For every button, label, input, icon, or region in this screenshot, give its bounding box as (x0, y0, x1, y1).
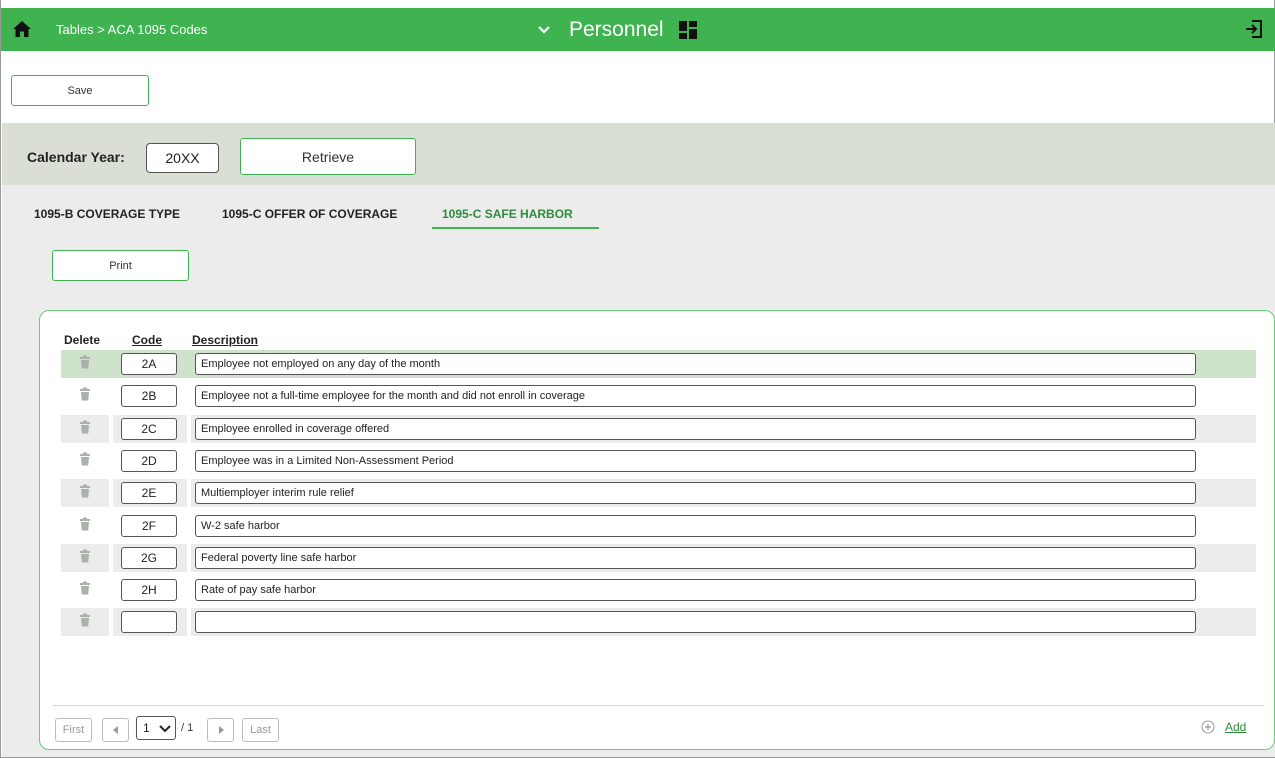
code-input[interactable] (121, 611, 177, 634)
table-row[interactable] (61, 543, 1256, 572)
grid-icon (678, 21, 697, 39)
print-button[interactable]: Print (52, 250, 189, 281)
description-input[interactable] (195, 579, 1196, 602)
delete-cell (61, 576, 109, 604)
table-row[interactable] (61, 512, 1256, 540)
description-input[interactable] (195, 514, 1196, 537)
chevron-down-icon (159, 725, 171, 733)
save-button[interactable]: Save (11, 75, 149, 106)
column-header-code[interactable]: Code (132, 333, 162, 347)
table-row[interactable] (61, 447, 1256, 475)
code-cell (113, 479, 187, 508)
trash-icon[interactable] (79, 387, 91, 401)
description-input[interactable] (195, 353, 1196, 375)
code-cell (113, 576, 187, 604)
code-input[interactable] (121, 385, 177, 408)
code-cell (113, 447, 187, 475)
prev-page-button[interactable] (102, 718, 129, 742)
plus-circle-icon[interactable] (1201, 720, 1215, 734)
active-tab-indicator (432, 227, 599, 229)
tab-1095b-coverage-type[interactable]: 1095-B COVERAGE TYPE (34, 207, 180, 221)
delete-cell (61, 414, 109, 443)
table-row[interactable] (61, 414, 1256, 443)
page-select[interactable]: 1 (136, 716, 176, 740)
description-cell (191, 576, 1256, 604)
trash-icon[interactable] (79, 581, 91, 595)
description-input[interactable] (195, 417, 1196, 440)
triangle-left-icon (112, 726, 118, 734)
chevron-down-icon (538, 26, 550, 34)
trash-icon[interactable] (79, 613, 91, 627)
description-input[interactable] (195, 611, 1196, 634)
description-input[interactable] (195, 482, 1196, 505)
table-row[interactable] (61, 576, 1256, 604)
app-frame: Tables > ACA 1095 Codes Personnel Save C… (0, 0, 1275, 758)
page-total: / 1 (181, 722, 194, 734)
description-input[interactable] (195, 449, 1196, 472)
delete-cell (61, 350, 109, 378)
trash-icon[interactable] (79, 420, 91, 434)
pager-divider (53, 705, 1263, 706)
code-input[interactable] (121, 353, 177, 375)
trash-icon[interactable] (79, 484, 91, 498)
trash-icon[interactable] (79, 517, 91, 531)
table-row[interactable] (61, 479, 1256, 508)
code-cell (113, 543, 187, 572)
delete-cell (61, 608, 109, 637)
triangle-right-icon (218, 726, 224, 734)
breadcrumb: Tables > ACA 1095 Codes (56, 22, 208, 37)
code-input[interactable] (121, 546, 177, 569)
code-cell (113, 512, 187, 540)
app-title: Personnel (569, 18, 664, 41)
description-input[interactable] (195, 385, 1196, 408)
trash-icon[interactable] (79, 549, 91, 563)
description-cell (191, 447, 1256, 475)
code-input[interactable] (121, 482, 177, 505)
code-input[interactable] (121, 514, 177, 537)
delete-cell (61, 382, 109, 410)
delete-cell (61, 543, 109, 572)
description-cell (191, 543, 1256, 572)
table-row[interactable] (61, 608, 1256, 637)
trash-icon[interactable] (79, 355, 91, 369)
code-input[interactable] (121, 579, 177, 602)
first-page-button[interactable]: First (55, 718, 92, 742)
delete-cell (61, 512, 109, 540)
code-cell (113, 382, 187, 410)
calendar-year-input[interactable] (146, 143, 219, 173)
tab-1095c-offer-of-coverage[interactable]: 1095-C OFFER OF COVERAGE (222, 207, 397, 221)
delete-cell (61, 447, 109, 475)
column-header-description[interactable]: Description (192, 333, 258, 347)
description-cell (191, 479, 1256, 508)
description-input[interactable] (195, 546, 1196, 569)
code-cell (113, 414, 187, 443)
tab-1095c-safe-harbor[interactable]: 1095-C SAFE HARBOR (442, 207, 573, 221)
delete-cell (61, 479, 109, 508)
last-page-button[interactable]: Last (242, 718, 279, 742)
top-bar: Tables > ACA 1095 Codes Personnel (1, 8, 1275, 51)
page-select-value: 1 (143, 721, 150, 735)
code-input[interactable] (121, 417, 177, 440)
calendar-year-label: Calendar Year: (27, 149, 125, 165)
table-row[interactable] (61, 350, 1256, 378)
description-cell (191, 512, 1256, 540)
logout-icon[interactable] (1244, 19, 1264, 39)
code-cell (113, 608, 187, 637)
home-icon[interactable] (12, 20, 32, 38)
next-page-button[interactable] (207, 718, 234, 742)
description-cell (191, 382, 1256, 410)
description-cell (191, 608, 1256, 637)
description-cell (191, 350, 1256, 378)
app-switcher[interactable]: Personnel (537, 16, 698, 44)
code-input[interactable] (121, 449, 177, 472)
retrieve-button[interactable]: Retrieve (240, 138, 416, 175)
column-header-delete: Delete (64, 333, 101, 347)
table-row[interactable] (61, 382, 1256, 410)
code-cell (113, 350, 187, 378)
description-cell (191, 414, 1256, 443)
add-row-link[interactable]: Add (1225, 720, 1246, 734)
trash-icon[interactable] (79, 452, 91, 466)
